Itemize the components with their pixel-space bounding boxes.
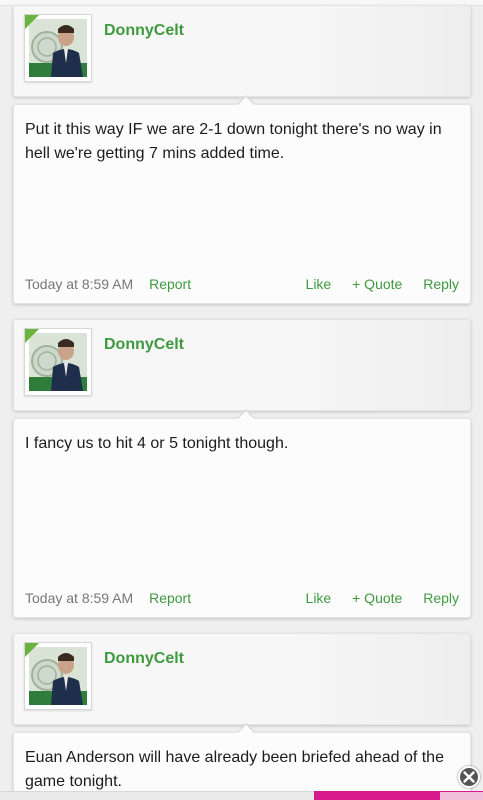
avatar-corner-marker [25,329,39,343]
username-link[interactable]: DonnyCelt [104,650,184,668]
post-timestamp[interactable]: Today at 8:59 AM [25,276,133,292]
speech-arrow-fill [238,411,254,419]
close-ad-button[interactable] [458,766,480,788]
message-text: Put it this way IF we are 2-1 down tonig… [25,121,442,162]
post-message: I fancy us to hit 4 or 5 tonight though.… [13,409,471,618]
message-text: I fancy us to hit 4 or 5 tonight though. [25,435,289,452]
speech-arrow-fill [238,97,254,105]
like-link[interactable]: Like [306,276,332,292]
post-message: Put it this way IF we are 2-1 down tonig… [13,95,471,304]
post-user-panel: DonnyCelt [13,319,471,411]
post-footer: Today at 8:59 AM Report Like + Quote Rep… [25,589,459,607]
post-actions: Like + Quote Reply [289,589,459,607]
quote-link[interactable]: + Quote [352,590,402,606]
ad-choices-badge[interactable] [440,792,483,800]
username-link[interactable]: DonnyCelt [104,22,184,40]
like-link[interactable]: Like [306,590,332,606]
post-footer: Today at 8:59 AM Report Like + Quote Rep… [25,275,459,293]
reply-link[interactable]: Reply [423,590,459,606]
report-link[interactable]: Report [149,590,191,606]
username-link[interactable]: DonnyCelt [104,336,184,354]
quote-link[interactable]: + Quote [352,276,402,292]
avatar[interactable] [24,642,92,710]
report-link[interactable]: Report [149,276,191,292]
avatar[interactable] [24,328,92,396]
post-timestamp[interactable]: Today at 8:59 AM [25,590,133,606]
post-message: Euan Anderson will have already been bri… [13,723,471,800]
reply-link[interactable]: Reply [423,276,459,292]
message-text: Euan Anderson will have already been bri… [25,749,444,790]
avatar-corner-marker [25,15,39,29]
post-user-panel: DonnyCelt [13,633,471,725]
speech-arrow-fill [238,725,254,733]
post-user-panel: DonnyCelt [13,5,471,97]
close-icon [463,771,475,783]
avatar[interactable] [24,14,92,82]
post-actions: Like + Quote Reply [289,275,459,293]
avatar-corner-marker [25,643,39,657]
